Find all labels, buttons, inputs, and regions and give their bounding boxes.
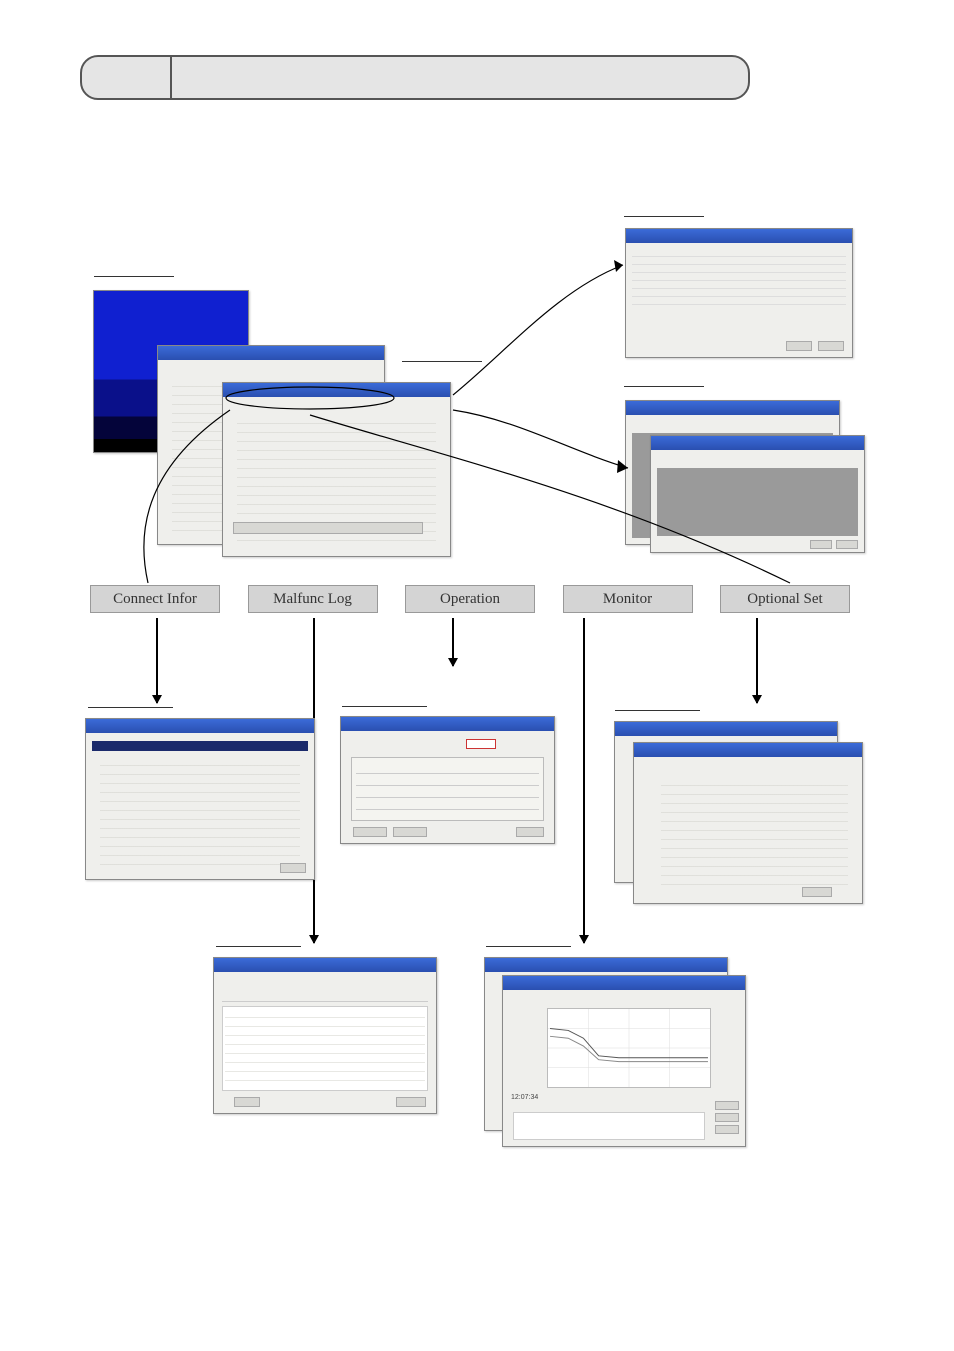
header-bar bbox=[80, 55, 750, 100]
label-monitor bbox=[486, 945, 571, 947]
nav-button-row: Connect Infor Malfunc Log Operation Moni… bbox=[90, 585, 850, 613]
arrow-monitor bbox=[583, 618, 585, 943]
thumb-connect-info bbox=[85, 718, 315, 880]
operation-button[interactable]: Operation bbox=[405, 585, 535, 613]
connector-to-schedule-maint bbox=[448, 230, 638, 510]
label-boot bbox=[94, 275, 174, 277]
label-maint bbox=[624, 385, 704, 387]
thumb-operation bbox=[340, 716, 555, 844]
label-schedule bbox=[624, 215, 704, 217]
monitor-time: 12:07:34 bbox=[511, 1094, 538, 1101]
arrow-operation bbox=[452, 618, 454, 666]
thumb-optional-front bbox=[633, 742, 863, 904]
connect-infor-button[interactable]: Connect Infor bbox=[90, 585, 220, 613]
header-left-cell bbox=[82, 57, 172, 98]
label-operation bbox=[342, 705, 427, 707]
optional-set-button[interactable]: Optional Set bbox=[720, 585, 850, 613]
thumb-maint-front bbox=[650, 435, 865, 553]
arrow-connect bbox=[156, 618, 158, 703]
arrow-optional bbox=[756, 618, 758, 703]
label-malfunc bbox=[216, 945, 301, 947]
thumb-main-front bbox=[222, 382, 451, 557]
label-optional bbox=[615, 709, 700, 711]
monitor-button[interactable]: Monitor bbox=[563, 585, 693, 613]
thumb-schedule bbox=[625, 228, 853, 358]
label-main bbox=[402, 360, 482, 362]
label-connect-info bbox=[88, 706, 173, 708]
malfunc-log-button[interactable]: Malfunc Log bbox=[248, 585, 378, 613]
thumb-malfunc bbox=[213, 957, 437, 1114]
thumb-monitor-front: 12:07:34 bbox=[502, 975, 746, 1147]
